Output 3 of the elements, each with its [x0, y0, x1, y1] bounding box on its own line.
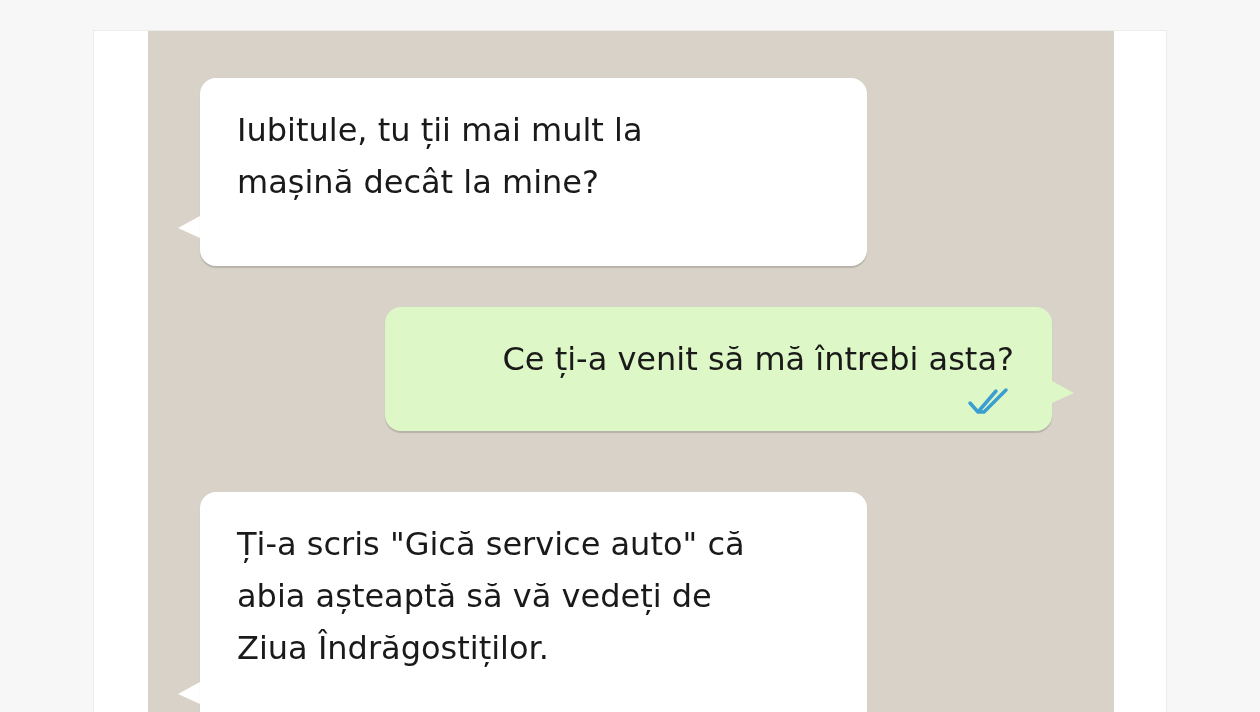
message-text: Ți-a scris "Gică service auto" că abia așteaptă să vă vedeți de Ziua Îndrăgostiților.	[237, 524, 746, 669]
message-text: Iubitule, tu ții mai mult la mașină decât la mine?	[237, 110, 644, 203]
message-text: Ce ți-a venit să mă întrebi asta?	[502, 339, 1014, 380]
